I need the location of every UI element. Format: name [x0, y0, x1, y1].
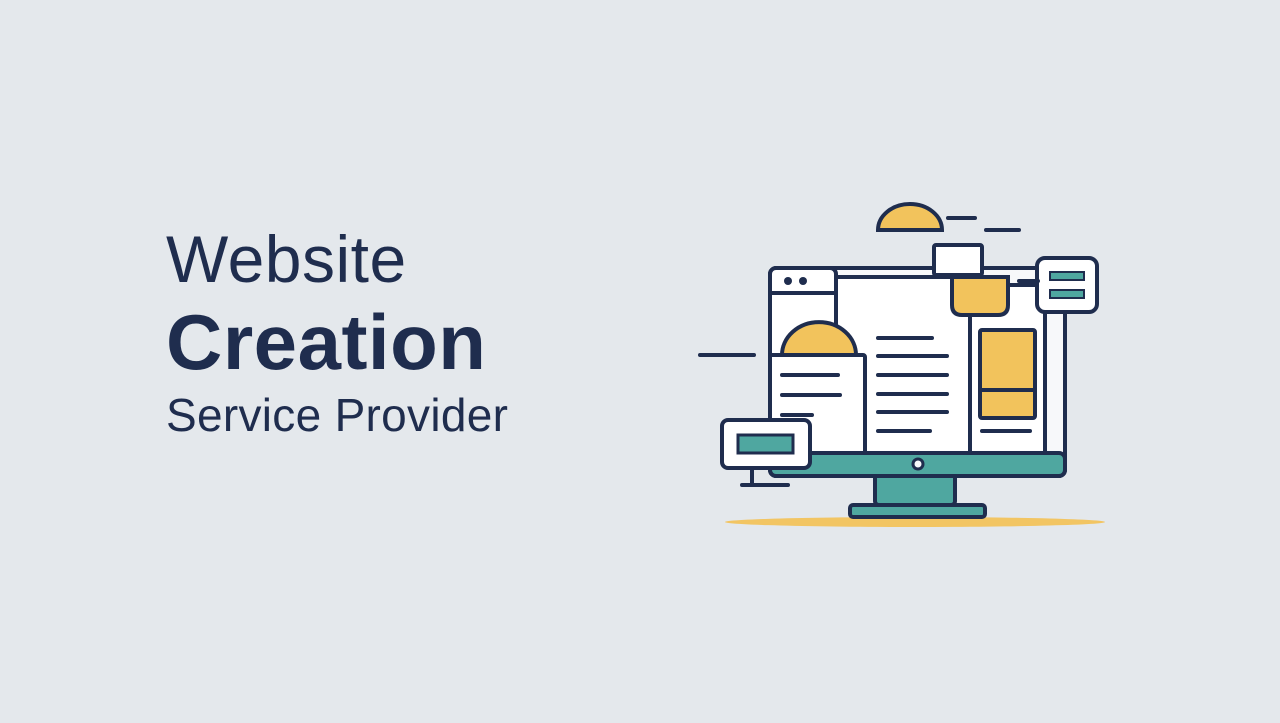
hero-title: Website Creation Service Provider: [166, 220, 508, 444]
hero-title-line3: Service Provider: [166, 389, 509, 441]
hero-title-line2: Creation: [166, 298, 487, 386]
hero-title-line1: Website: [166, 222, 407, 296]
computer-monitor-illustration-icon: [698, 202, 1105, 527]
